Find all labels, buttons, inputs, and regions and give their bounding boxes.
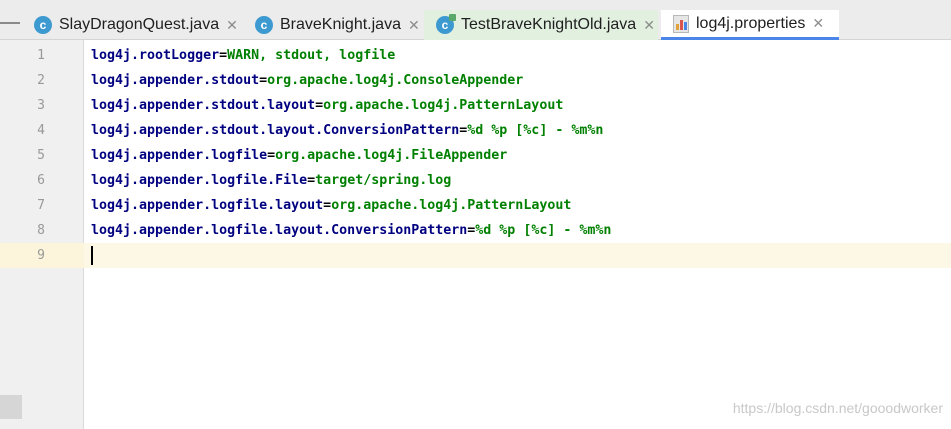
editor-tab-bar: c SlayDragonQuest.java ✕ c BraveKnight.j… xyxy=(0,0,951,40)
line-number: 2 xyxy=(37,73,45,88)
close-icon[interactable]: ✕ xyxy=(812,15,824,32)
property-value: WARN, stdout, logfile xyxy=(227,48,396,63)
close-icon[interactable]: ✕ xyxy=(226,17,238,34)
java-test-class-icon: c xyxy=(436,14,456,34)
java-class-icon: c xyxy=(34,16,52,34)
java-class-icon: c xyxy=(255,16,273,34)
property-value: %d %p [%c] - %m%n xyxy=(475,223,612,238)
tab-braveknight[interactable]: c BraveKnight.java ✕ xyxy=(243,10,421,40)
property-key: log4j.appender.logfile.layout xyxy=(91,198,324,213)
property-separator: = xyxy=(307,173,316,188)
property-key: log4j.appender.stdout.layout xyxy=(91,98,316,113)
tab-label: TestBraveKnightOld.java xyxy=(461,16,637,33)
property-value: org.apache.log4j.PatternLayout xyxy=(323,98,564,113)
close-icon[interactable]: ✕ xyxy=(643,17,655,34)
property-key: log4j.appender.logfile.layout.Conversion… xyxy=(91,223,468,238)
line-number: 5 xyxy=(37,148,45,163)
watermark: https://blog.csdn.net/gooodworker xyxy=(732,400,943,416)
line-number: 1 xyxy=(37,48,45,63)
text-caret xyxy=(91,246,93,265)
tab-label: BraveKnight.java xyxy=(280,16,401,33)
current-line-highlight xyxy=(0,243,951,268)
gutter-scroll-marker xyxy=(0,395,22,419)
tab-slaydragonquest[interactable]: c SlayDragonQuest.java ✕ xyxy=(22,10,240,40)
property-separator: = xyxy=(219,48,228,63)
close-icon[interactable]: ✕ xyxy=(408,17,420,34)
property-key: log4j.appender.stdout xyxy=(91,73,260,88)
line-number: 4 xyxy=(37,123,45,138)
code-line[interactable]: log4j.appender.logfile=org.apache.log4j.… xyxy=(91,143,507,168)
property-value: org.apache.log4j.FileAppender xyxy=(275,148,508,163)
line-number: 6 xyxy=(37,173,45,188)
tab-label: log4j.properties xyxy=(696,14,806,32)
tab-log4j-properties[interactable]: log4j.properties ✕ xyxy=(661,10,839,40)
property-key: log4j.rootLogger xyxy=(91,48,220,63)
property-value: target/spring.log xyxy=(315,173,452,188)
line-number: 7 xyxy=(37,198,45,213)
code-line[interactable]: log4j.rootLogger=WARN, stdout, logfile xyxy=(91,43,395,68)
property-key: log4j.appender.logfile.File xyxy=(91,173,308,188)
property-value: org.apache.log4j.ConsoleAppender xyxy=(267,73,524,88)
code-line[interactable]: log4j.appender.stdout=org.apache.log4j.C… xyxy=(91,68,523,93)
line-number: 8 xyxy=(37,223,45,238)
code-line[interactable]: log4j.appender.logfile.layout=org.apache… xyxy=(91,193,571,218)
code-line[interactable]: log4j.appender.logfile.layout.Conversion… xyxy=(91,218,611,243)
tab-scroll-indicator xyxy=(0,22,20,24)
code-line[interactable]: log4j.appender.stdout.layout.ConversionP… xyxy=(91,118,603,143)
code-line[interactable]: log4j.appender.logfile.File=target/sprin… xyxy=(91,168,451,193)
property-value: org.apache.log4j.PatternLayout xyxy=(331,198,572,213)
property-value: %d %p [%c] - %m%n xyxy=(467,123,604,138)
property-separator: = xyxy=(323,198,332,213)
property-separator: = xyxy=(315,98,324,113)
property-separator: = xyxy=(267,148,276,163)
line-number: 3 xyxy=(37,98,45,113)
tab-label: SlayDragonQuest.java xyxy=(59,16,220,33)
tab-testbraveknightold[interactable]: c TestBraveKnightOld.java ✕ xyxy=(424,10,658,40)
properties-file-icon xyxy=(673,14,689,33)
property-key: log4j.appender.logfile xyxy=(91,148,268,163)
line-number: 9 xyxy=(37,248,45,263)
code-line[interactable]: log4j.appender.stdout.layout=org.apache.… xyxy=(91,93,563,118)
property-key: log4j.appender.stdout.layout.ConversionP… xyxy=(91,123,460,138)
property-separator: = xyxy=(259,73,268,88)
